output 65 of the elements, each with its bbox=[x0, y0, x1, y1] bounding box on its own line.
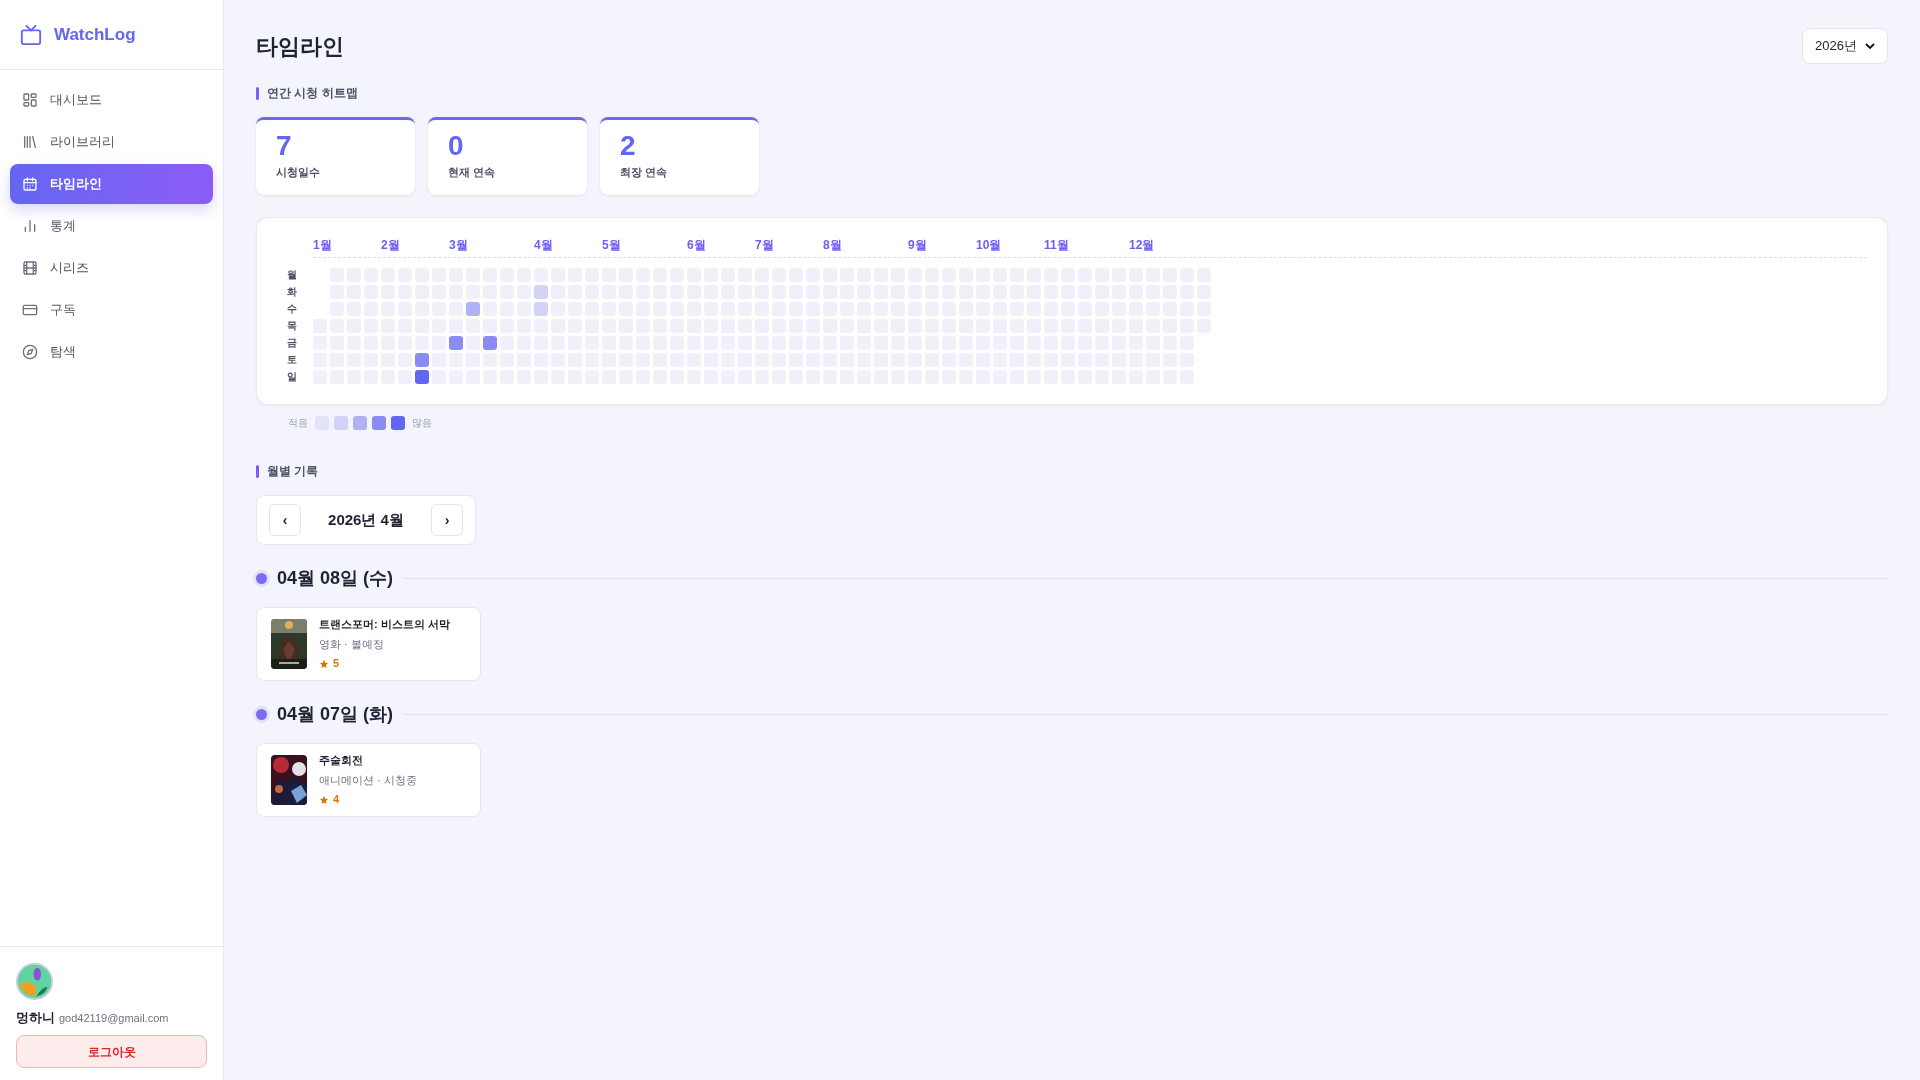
stat-label: 시청일수 bbox=[276, 165, 321, 180]
compass-icon bbox=[22, 344, 38, 360]
user-name: 멍하니 bbox=[16, 1008, 55, 1027]
section-heading: 연간 시청 히트맵 bbox=[267, 85, 358, 102]
entry-meta: 영화 · 볼예정 bbox=[319, 636, 385, 652]
current-month: 2026년 4월 bbox=[328, 509, 404, 530]
nav-item[interactable]: 타임라인 bbox=[10, 164, 213, 204]
section-heading: 월별 기록 bbox=[267, 463, 319, 480]
month-label: 4월 bbox=[534, 237, 553, 254]
page-title: 타임라인 bbox=[256, 32, 344, 61]
month-label: 9월 bbox=[908, 237, 927, 254]
prev-month-button[interactable]: ‹ bbox=[269, 504, 301, 536]
stat-value: 7 bbox=[276, 129, 293, 163]
card-icon bbox=[22, 302, 38, 318]
month-label: 6월 bbox=[687, 237, 706, 254]
weekday-label: 화 bbox=[287, 285, 298, 299]
month-label: 10월 bbox=[976, 237, 1002, 254]
nav-item[interactable]: 탐색 bbox=[10, 332, 213, 372]
date-heading: 04월 07일 (화) bbox=[277, 703, 394, 726]
star-icon bbox=[319, 658, 329, 669]
books-icon bbox=[22, 134, 38, 150]
entry-rating: 4 bbox=[333, 792, 340, 808]
month-label: 12월 bbox=[1129, 237, 1155, 254]
app-logo: WatchLog bbox=[54, 23, 136, 46]
weekday-label: 목 bbox=[287, 319, 298, 333]
month-label: 5월 bbox=[602, 237, 621, 254]
star-icon bbox=[319, 794, 329, 805]
entry-title: 트랜스포머: 비스트의 서막 bbox=[319, 617, 450, 633]
nav-item[interactable]: 시리즈 bbox=[10, 248, 213, 288]
tv-icon bbox=[20, 23, 42, 46]
bar-chart-icon bbox=[22, 218, 38, 234]
nav-item[interactable]: 라이브러리 bbox=[10, 122, 213, 162]
month-label: 8월 bbox=[823, 237, 842, 254]
avatar bbox=[16, 962, 53, 1000]
entry-meta: 애니메이션 · 시청중 bbox=[319, 772, 417, 788]
nav-item[interactable]: 구독 bbox=[10, 290, 213, 330]
month-label: 2월 bbox=[381, 237, 400, 254]
month-label: 1월 bbox=[313, 237, 332, 254]
weekday-label: 금 bbox=[287, 336, 298, 350]
nav-item[interactable]: 통계 bbox=[10, 206, 213, 246]
weekday-label: 수 bbox=[287, 302, 298, 316]
date-heading: 04월 08일 (수) bbox=[277, 567, 394, 590]
stat-label: 현재 연속 bbox=[448, 165, 497, 180]
entry-rating: 5 bbox=[333, 656, 340, 672]
month-label: 11월 bbox=[1044, 237, 1069, 254]
user-email: god42119@gmail.com bbox=[59, 1010, 169, 1026]
entry-title: 주술회전 bbox=[319, 753, 364, 769]
weekday-label: 일 bbox=[287, 370, 298, 384]
film-icon bbox=[22, 260, 38, 276]
nav-item[interactable]: 대시보드 bbox=[10, 80, 213, 120]
year-select[interactable]: 2026년 bbox=[1802, 28, 1888, 64]
calendar-icon bbox=[22, 176, 38, 192]
month-label: 7월 bbox=[755, 237, 774, 254]
chevron-down-icon bbox=[1865, 41, 1875, 51]
weekday-label: 월 bbox=[287, 268, 298, 282]
legend-less: 적음 bbox=[288, 416, 308, 430]
weekday-label: 토 bbox=[287, 353, 298, 367]
month-label: 3월 bbox=[449, 237, 468, 254]
stat-label: 최장 연속 bbox=[620, 165, 669, 180]
stat-value: 0 bbox=[448, 129, 465, 163]
stat-value: 2 bbox=[620, 129, 637, 163]
logout-button[interactable]: 로그아웃 bbox=[16, 1035, 207, 1068]
legend-more: 많음 bbox=[412, 416, 432, 430]
next-month-button[interactable]: › bbox=[431, 504, 463, 536]
grid-icon bbox=[22, 92, 38, 108]
